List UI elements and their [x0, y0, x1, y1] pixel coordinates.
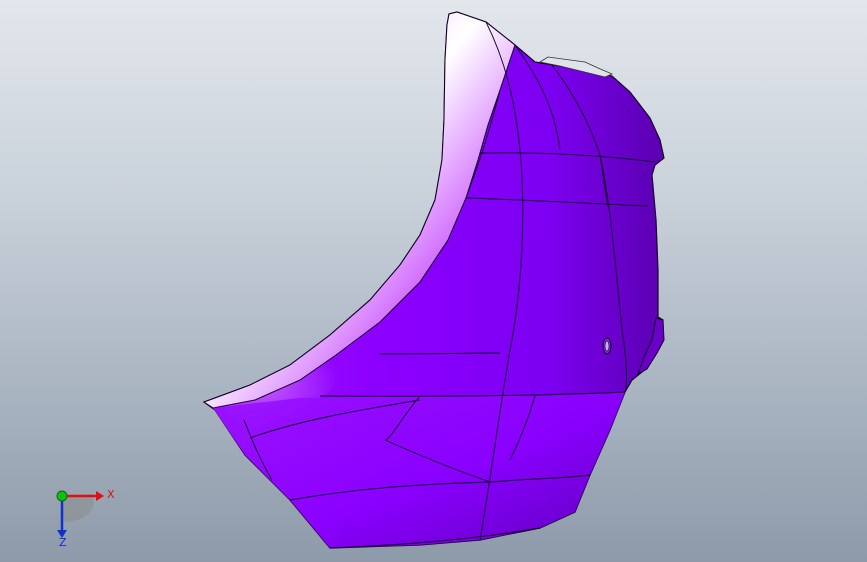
- x-axis-arrow: [96, 491, 104, 501]
- lower-face: [213, 392, 625, 548]
- sensor-hole-inner: [604, 340, 610, 352]
- z-axis-label: Z: [59, 536, 67, 548]
- x-axis-label: X: [107, 488, 115, 501]
- graphics-viewport[interactable]: X Z: [0, 0, 867, 562]
- orientation-triad[interactable]: X Z: [40, 478, 120, 548]
- y-axis-dot: [56, 490, 68, 502]
- model-canvas[interactable]: [0, 0, 867, 562]
- bumper-panel[interactable]: [202, 11, 665, 549]
